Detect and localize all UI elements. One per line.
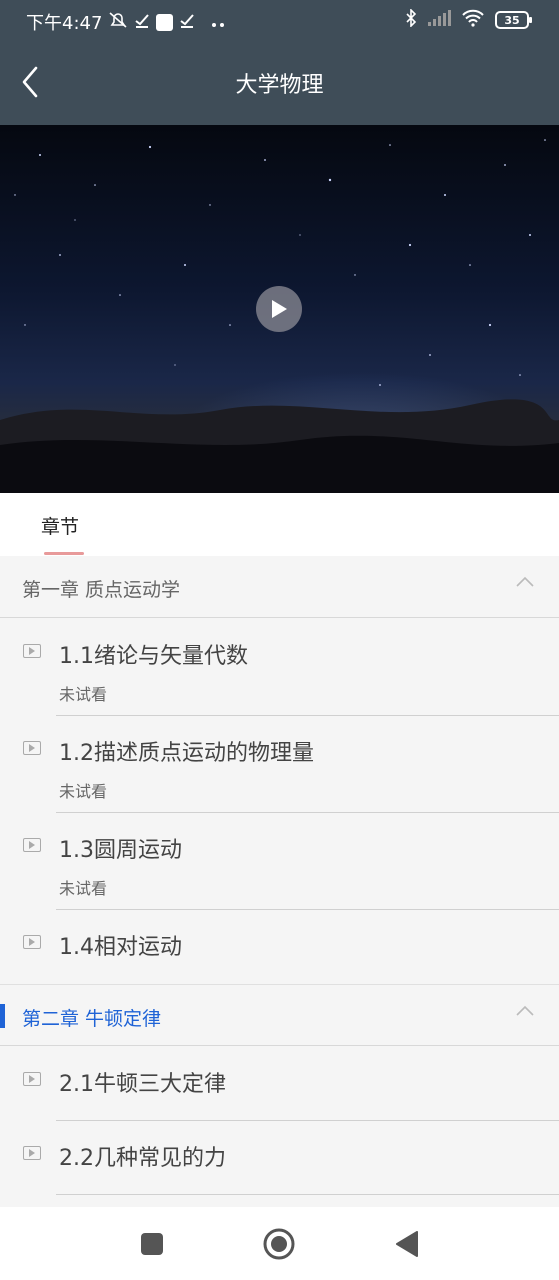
video-player[interactable]: [0, 125, 559, 493]
check-icon: [179, 12, 195, 33]
lesson-item[interactable]: 2.1牛顿三大定律: [0, 1047, 559, 1121]
lesson-item[interactable]: 2.2几种常见的力: [0, 1121, 559, 1195]
chapter-header[interactable]: 第二章 牛顿定律: [0, 984, 559, 1046]
lesson-status: 未试看: [59, 879, 108, 898]
lesson-item[interactable]: 1.4相对运动: [0, 910, 559, 984]
battery-level: 35: [504, 13, 520, 27]
chevron-up-icon: [516, 1005, 534, 1016]
status-bar: 下午4:47 35: [0, 0, 559, 42]
system-nav-bar: [0, 1207, 559, 1280]
video-icon: [23, 1146, 41, 1160]
back-nav-button[interactable]: [390, 1227, 424, 1261]
battery-icon: 35: [495, 11, 532, 29]
lesson-title: 1.1绪论与矢量代数: [59, 644, 248, 669]
square-icon: [156, 13, 174, 31]
video-icon: [23, 935, 41, 949]
more-dots-icon: [211, 12, 225, 33]
lesson-title: 1.3圆周运动: [59, 838, 182, 863]
play-icon: [272, 300, 287, 318]
check-icon: [134, 12, 150, 33]
divider: [56, 1194, 559, 1195]
lesson-title: 1.2描述质点运动的物理量: [59, 741, 314, 766]
square-icon: [141, 1233, 163, 1255]
tab-indicator: [44, 552, 84, 555]
video-icon: [23, 644, 41, 658]
lesson-status: 未试看: [59, 782, 108, 801]
lesson-item[interactable]: 1.3圆周运动 未试看: [0, 813, 559, 910]
lesson-status: 未试看: [59, 685, 108, 704]
chapter-header[interactable]: 第一章 质点运动学: [0, 556, 559, 618]
video-icon: [23, 741, 41, 755]
active-chapter-indicator: [0, 1004, 5, 1028]
video-icon: [23, 838, 41, 852]
top-app-bar: 大学物理: [0, 42, 559, 125]
wifi-icon: [461, 9, 485, 31]
lesson-title: 2.1牛顿三大定律: [59, 1072, 226, 1097]
recent-apps-button[interactable]: [135, 1227, 169, 1261]
play-button[interactable]: [256, 286, 302, 332]
alarm-off-icon: [108, 11, 128, 33]
home-circle-icon: [263, 1228, 295, 1260]
status-time: 下午4:47: [26, 13, 103, 34]
signal-icon: [427, 10, 451, 30]
bluetooth-icon: [405, 8, 417, 31]
tab-chapters[interactable]: 章节: [41, 512, 79, 539]
lesson-title: 2.2几种常见的力: [59, 1146, 226, 1171]
lesson-item[interactable]: 1.2描述质点运动的物理量 未试看: [0, 716, 559, 813]
chevron-up-icon: [516, 576, 534, 587]
lesson-title: 1.4相对运动: [59, 935, 182, 960]
triangle-back-icon: [396, 1231, 418, 1257]
video-icon: [23, 1072, 41, 1086]
lesson-item[interactable]: 1.1绪论与矢量代数 未试看: [0, 619, 559, 716]
home-button[interactable]: [262, 1227, 296, 1261]
chapter-title: 第二章 牛顿定律: [22, 1008, 162, 1030]
chapter-title: 第一章 质点运动学: [22, 579, 181, 601]
page-title: 大学物理: [235, 73, 324, 98]
tab-bar: 章节: [0, 493, 559, 556]
